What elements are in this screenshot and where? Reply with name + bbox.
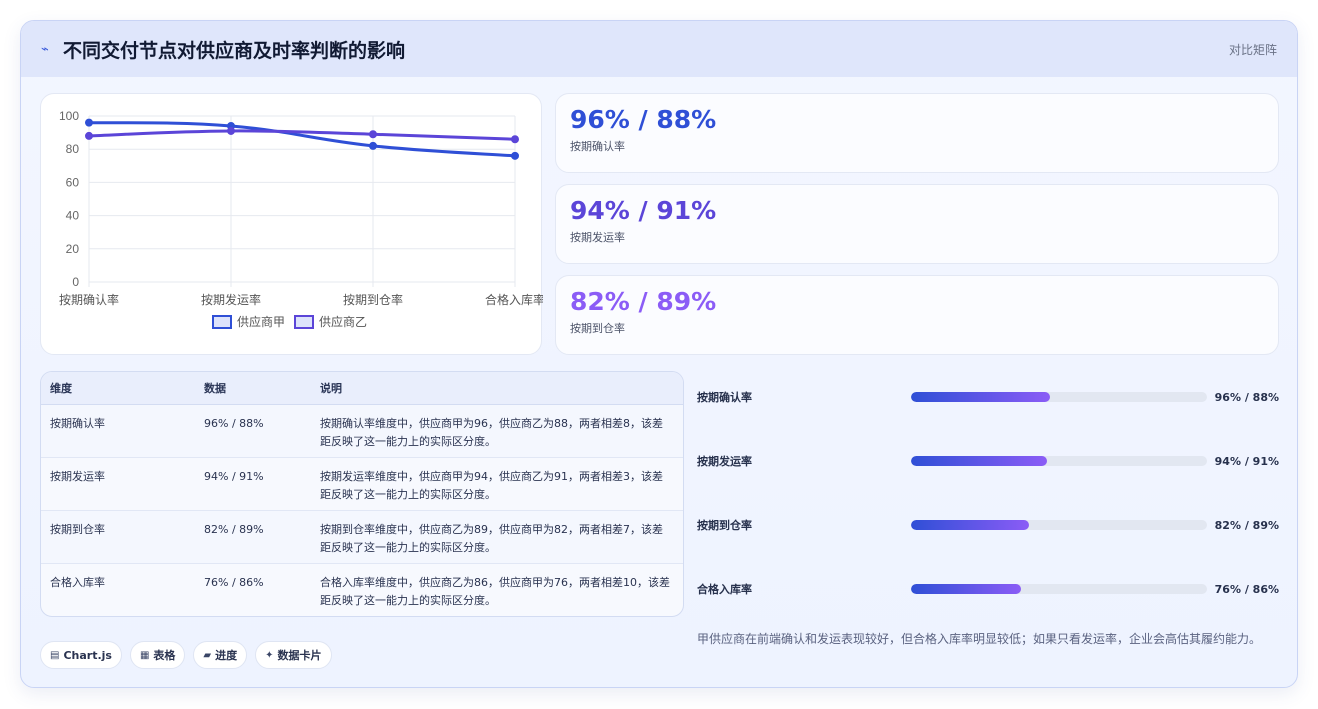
progress-fill [911, 456, 1048, 466]
x-tick-label: 按期发运率 [201, 292, 261, 307]
series-line [88, 121, 516, 158]
cell-dimension: 合格入库率 [50, 576, 105, 589]
summary-note: 甲供应商在前端确认和发运表现较好，但合格入库率明显较低；如果只看发运率，企业会高… [697, 632, 1262, 646]
progress-label: 按期发运率 [697, 455, 752, 468]
cell-description: 按期发运率维度中，供应商甲为94，供应商乙为91，两者相差3，该差距反映了这一能… [320, 470, 663, 501]
metric-label: 按期发运率 [570, 231, 625, 244]
chip-label: 进度 [215, 649, 238, 662]
card-icon: ✦ [265, 649, 274, 661]
cell-dimension: 按期确认率 [50, 417, 105, 430]
progress-icon: ▰ [203, 649, 212, 661]
table-header: 维度 数据 说明 [41, 372, 683, 405]
source-chips: ▤ Chart.js ▦ 表格 ▰ 进度 ✦ 数据卡片 [40, 641, 332, 669]
progress-label: 按期到仓率 [697, 519, 752, 532]
progress-track [911, 520, 1207, 530]
legend-label: 供应商乙 [319, 314, 367, 329]
progress-value: 96% / 88% [1214, 390, 1279, 404]
progress-value: 76% / 86% [1214, 582, 1279, 596]
card-header: ⌁ 不同交付节点对供应商及时率判断的影响 对比矩阵 [21, 21, 1297, 77]
metric-value: 82% / 89% [570, 287, 717, 316]
progress-label: 按期确认率 [697, 391, 752, 404]
table-row: 按期到仓率 82% / 89% 按期到仓率维度中，供应商乙为89，供应商甲为82，两… [41, 511, 683, 564]
progress-track [911, 456, 1207, 466]
progress-label: 合格入库率 [697, 583, 752, 596]
x-tick-label: 按期到仓率 [343, 292, 403, 307]
metric-card: 82% / 89% 按期到仓率 [555, 275, 1279, 355]
y-tick-label: 80 [66, 142, 80, 156]
data-point [511, 135, 519, 144]
x-tick-label: 合格入库率 [485, 292, 543, 307]
cell-data: 96% / 88% [204, 417, 264, 430]
cell-data: 94% / 91% [204, 470, 264, 483]
progress-fill [911, 584, 1021, 594]
progress-row: 合格入库率 76% / 86% [697, 580, 1279, 598]
table-row: 按期确认率 96% / 88% 按期确认率维度中，供应商甲为96，供应商乙为88，两… [41, 405, 683, 458]
y-tick-label: 0 [72, 275, 79, 289]
table-row: 合格入库率 76% / 86% 合格入库率维度中，供应商乙为86，供应商甲为76，两… [41, 564, 683, 616]
data-point [369, 141, 377, 150]
chart-icon: ▤ [50, 649, 60, 661]
y-tick-label: 40 [66, 209, 80, 223]
chip-card[interactable]: ✦ 数据卡片 [255, 641, 332, 669]
metric-value: 94% / 91% [570, 196, 717, 225]
chip-chart[interactable]: ▤ Chart.js [40, 641, 122, 669]
page-title: 不同交付节点对供应商及时率判断的影响 [63, 39, 406, 62]
progress-value: 82% / 89% [1214, 518, 1279, 532]
cell-description: 合格入库率维度中，供应商乙为86，供应商甲为76，两者相差10，该差距反映了这一… [320, 576, 670, 607]
data-point [85, 118, 93, 127]
metric-label: 按期确认率 [570, 140, 625, 153]
metric-label: 按期到仓率 [570, 322, 625, 335]
pulse-icon: ⌁ [41, 41, 49, 57]
x-tick-label: 按期确认率 [59, 292, 119, 307]
progress-row: 按期发运率 94% / 91% [697, 452, 1279, 470]
progress-fill [911, 520, 1030, 530]
header-tag: 对比矩阵 [1228, 42, 1277, 57]
data-point [227, 126, 235, 135]
cell-data: 76% / 86% [204, 576, 264, 589]
chip-progress[interactable]: ▰ 进度 [193, 641, 248, 669]
table-header-description: 说明 [320, 381, 342, 395]
cell-description: 按期确认率维度中，供应商甲为96，供应商乙为88，两者相差8，该差距反映了这一能… [320, 417, 663, 448]
comparison-card: ⌁ 不同交付节点对供应商及时率判断的影响 对比矩阵 0 20 40 60 80 100 按期… [20, 20, 1298, 688]
legend-swatch [212, 315, 232, 329]
chip-table[interactable]: ▦ 表格 [129, 641, 186, 669]
chip-label: Chart.js [63, 648, 112, 662]
data-point [369, 130, 377, 139]
progress-row: 按期到仓率 82% / 89% [697, 516, 1279, 534]
y-tick-label: 60 [66, 175, 80, 189]
progress-track [911, 584, 1207, 594]
cell-dimension: 按期发运率 [50, 470, 105, 483]
table-icon: ▦ [139, 649, 150, 661]
comparison-table: 维度 数据 说明 按期确认率 96% / 88% 按期确认率维度中，供应商甲为96，… [40, 371, 684, 617]
progress-value: 94% / 91% [1214, 454, 1279, 468]
cell-dimension: 按期到仓率 [50, 523, 105, 536]
metric-card: 94% / 91% 按期发运率 [555, 184, 1279, 264]
chip-label: 表格 [153, 649, 176, 662]
progress-fill [911, 392, 1051, 402]
cell-description: 按期到仓率维度中，供应商乙为89，供应商甲为82，两者相差7，该差距反映了这一能… [320, 523, 663, 554]
progress-track [911, 392, 1207, 402]
data-point [85, 131, 93, 140]
y-tick-label: 100 [59, 109, 79, 123]
metric-value: 96% / 88% [570, 105, 717, 134]
legend-swatch [294, 315, 314, 329]
line-chart-panel: 0 20 40 60 80 100 按期确认率 按期发运率 按期到仓率 合格入库率供应商甲 供应商乙 [40, 93, 543, 355]
table-header-dimension: 维度 [50, 381, 72, 395]
cell-data: 82% / 89% [204, 523, 264, 536]
progress-row: 按期确认率 96% / 88% [697, 388, 1279, 406]
y-tick-label: 20 [66, 242, 80, 256]
data-point [511, 151, 519, 160]
table-header-data: 数据 [204, 381, 226, 395]
line-chart: 0 20 40 60 80 100 按期确认率 按期发运率 按期到仓率 合格入库率供应商甲 供应商乙 [59, 109, 543, 329]
chip-label: 数据卡片 [277, 649, 322, 662]
legend-label: 供应商甲 [237, 314, 285, 329]
table-row: 按期发运率 94% / 91% 按期发运率维度中，供应商甲为94，供应商乙为91，两… [41, 458, 683, 511]
metric-card: 96% / 88% 按期确认率 [555, 93, 1279, 173]
